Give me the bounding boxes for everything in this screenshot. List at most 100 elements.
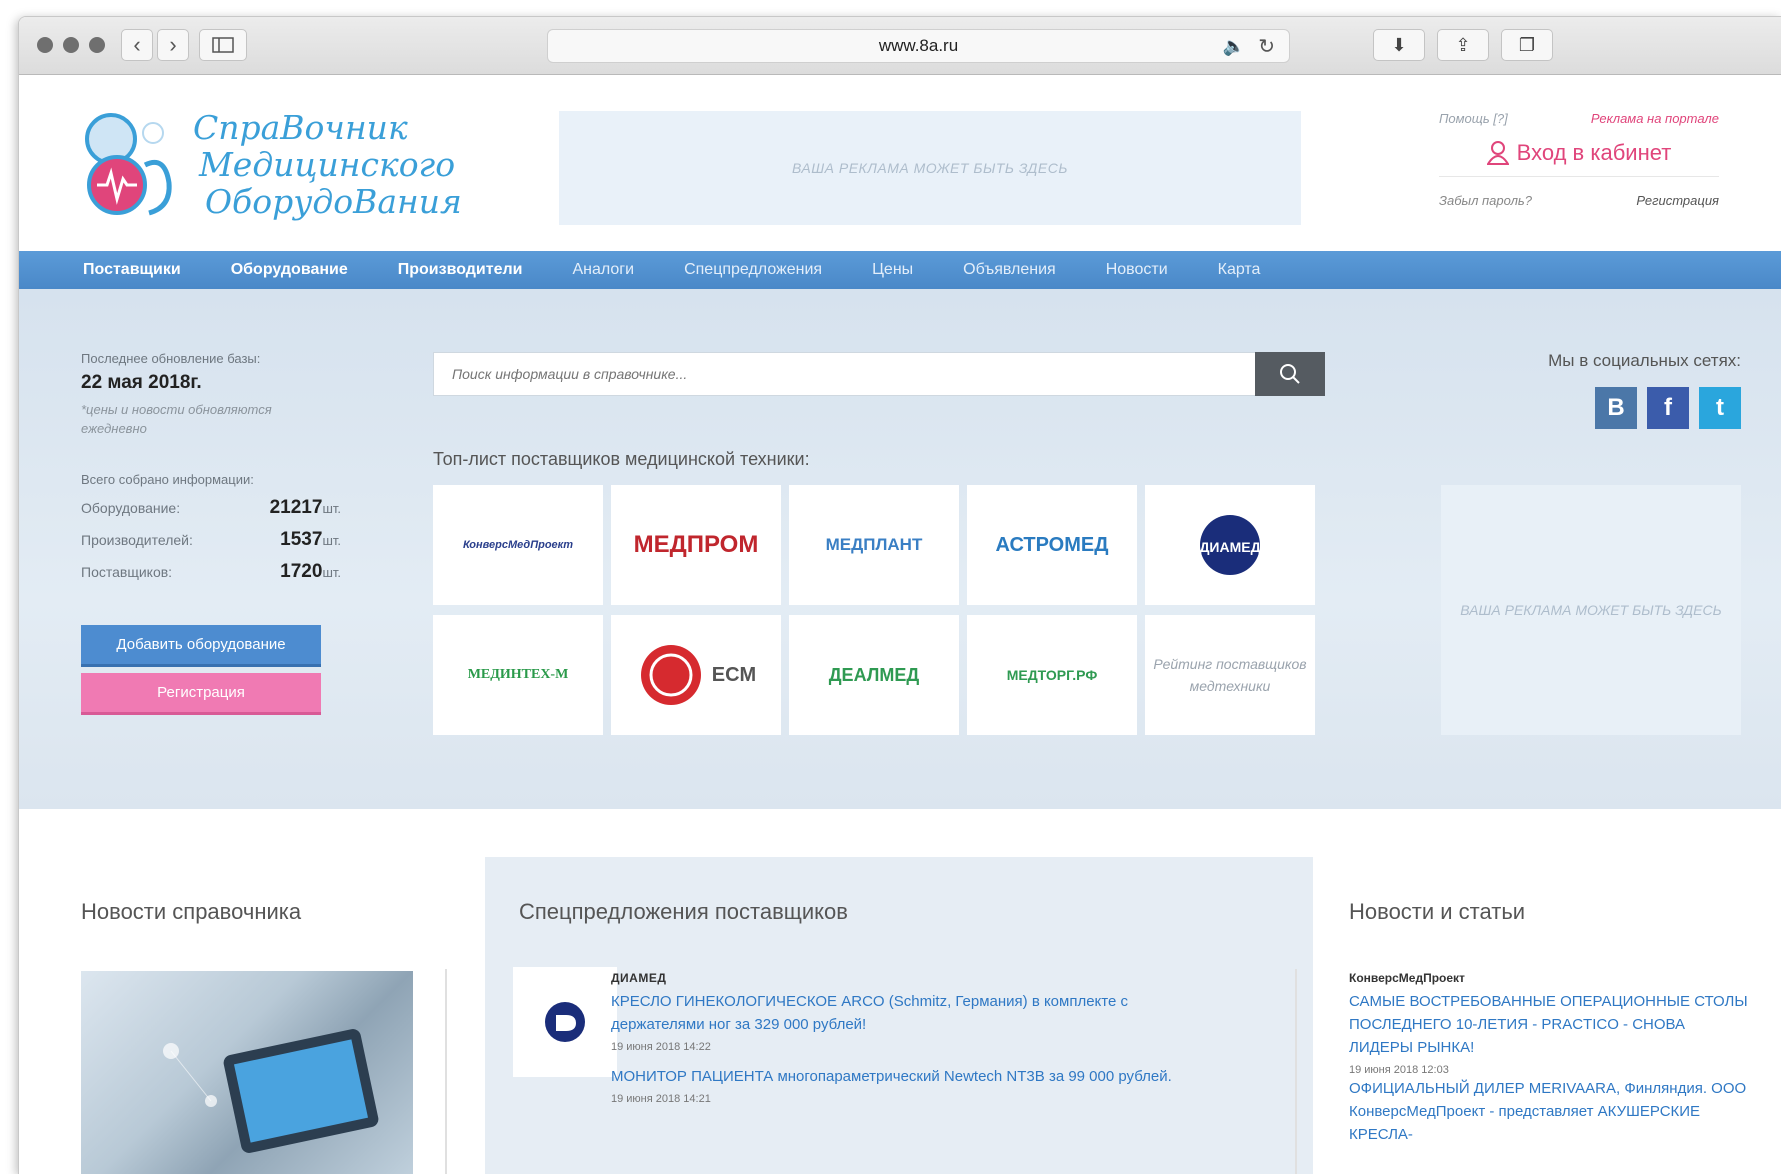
- offer-link[interactable]: МОНИТОР ПАЦИЕНТА многопараметрический Ne…: [611, 1065, 1201, 1088]
- article-item: КонверсМедПроект САМЫЕ ВОСТРЕБОВАННЫЕ ОП…: [1349, 967, 1749, 1082]
- stat-label: Оборудование:: [81, 500, 181, 516]
- vk-icon[interactable]: B: [1595, 387, 1637, 429]
- supplier-logo[interactable]: МЕДИНТЕХ-М: [433, 615, 603, 735]
- registration-button[interactable]: Регистрация: [81, 673, 321, 715]
- supplier-name: АСТРОМЕД: [995, 533, 1109, 556]
- nav-prices[interactable]: Цены: [872, 261, 913, 279]
- column-divider: [1295, 969, 1297, 1174]
- social-block: Мы в социальных сетях: B f t: [1481, 351, 1741, 429]
- content-section: Новости справочника Спецпредложения пост…: [19, 809, 1781, 1174]
- minimize-window-button[interactable]: [63, 37, 79, 53]
- news-image[interactable]: [81, 971, 413, 1174]
- search-button[interactable]: [1255, 352, 1325, 396]
- stat-unit: шт.: [322, 501, 341, 516]
- column-divider: [445, 969, 447, 1174]
- supplier-logo[interactable]: ECM: [611, 615, 781, 735]
- offer-company: ДИАМЕД: [611, 971, 667, 985]
- site-logo[interactable]: СпраВочник Медицинского ОборудоВания: [81, 109, 462, 229]
- downloads-button[interactable]: ⬇: [1373, 29, 1425, 61]
- supplier-logo[interactable]: МЕДПЛАНТ: [789, 485, 959, 605]
- stat-value: 21217: [269, 497, 323, 518]
- supplier-logo[interactable]: ДИАМЕД: [1145, 485, 1315, 605]
- supplier-name: ECM: [711, 663, 757, 686]
- reload-icon[interactable]: ↻: [1258, 34, 1275, 59]
- nav-analogs[interactable]: Аналоги: [572, 261, 634, 279]
- update-note: *цены и новости обновляются ежедневно: [81, 402, 272, 436]
- site-header: СпраВочник Медицинского ОборудоВания ВАШ…: [19, 75, 1781, 251]
- article-link[interactable]: ОФИЦИАЛЬНЫЙ ДИЛЕР MERIVAARA, Финляндия. …: [1349, 1077, 1749, 1146]
- logo-icon: [85, 113, 172, 216]
- offer-company-logo[interactable]: [513, 967, 617, 1077]
- offer-time: 19 июня 2018 14:21: [611, 1093, 711, 1105]
- supplier-logo[interactable]: КонверсМедПроект: [433, 485, 603, 605]
- tablet-image-icon: [163, 1029, 379, 1153]
- sidebar-icon: [212, 37, 234, 53]
- supplier-logo[interactable]: МЕДТОРГ.РФ: [967, 615, 1137, 735]
- update-label: Последнее обновление базы:: [81, 351, 261, 366]
- article-link[interactable]: САМЫЕ ВОСТРЕБОВАННЫЕ ОПЕРАЦИОННЫЕ СТОЛЫ …: [1349, 990, 1749, 1059]
- stat-unit: шт.: [322, 565, 341, 580]
- total-label: Всего собрано информации:: [81, 472, 254, 487]
- nav-manufacturers[interactable]: Производители: [398, 261, 523, 279]
- login-label: Вход в кабинет: [1516, 140, 1672, 165]
- logo-text: СпраВочник Медицинского ОборудоВания: [193, 109, 462, 220]
- close-window-button[interactable]: [37, 37, 53, 53]
- supplier-name: МЕДТОРГ.РФ: [1006, 667, 1098, 683]
- twitter-icon[interactable]: t: [1699, 387, 1741, 429]
- add-equipment-button[interactable]: Добавить оборудование: [81, 625, 321, 667]
- supplier-name: МЕДПРОМ: [633, 531, 759, 558]
- register-link[interactable]: Регистрация: [1636, 193, 1719, 208]
- advertise-link[interactable]: Реклама на портале: [1591, 111, 1719, 126]
- tabs-button[interactable]: ❐: [1501, 29, 1553, 61]
- database-info: Последнее обновление базы: 22 мая 2018г.…: [81, 351, 341, 715]
- stat-value: 1720: [280, 561, 323, 582]
- nav-equipment[interactable]: Оборудование: [231, 261, 348, 279]
- search-icon: [1280, 364, 1300, 384]
- forward-button[interactable]: ›: [157, 29, 189, 61]
- nav-suppliers[interactable]: Поставщики: [83, 261, 181, 279]
- update-date: 22 мая 2018г.: [81, 372, 202, 393]
- tabs-icon: ❐: [1518, 34, 1536, 55]
- article-item: ОФИЦИАЛЬНЫЙ ДИЛЕР MERIVAARA, Финляндия. …: [1349, 1077, 1749, 1146]
- supplier-name: ДЕАЛМЕД: [828, 664, 920, 685]
- nav-map[interactable]: Карта: [1218, 261, 1261, 279]
- chevron-right-icon: ›: [169, 32, 177, 57]
- forgot-password-link[interactable]: Забыл пароль?: [1439, 193, 1532, 208]
- supplier-logo[interactable]: ДЕАЛМЕД: [789, 615, 959, 735]
- supplier-logo[interactable]: АСТРОМЕД: [967, 485, 1137, 605]
- download-icon: ⬇: [1391, 34, 1407, 55]
- speaker-icon[interactable]: 🔈: [1223, 36, 1245, 57]
- nav-special-offers[interactable]: Спецпредложения: [684, 261, 822, 279]
- nav-news[interactable]: Новости: [1106, 261, 1168, 279]
- login-button[interactable]: Вход в кабинет: [1439, 140, 1719, 177]
- sidebar-toggle-button[interactable]: [199, 29, 247, 61]
- article-company: КонверсМедПроект: [1349, 971, 1465, 985]
- chevron-left-icon: ‹: [133, 32, 141, 57]
- articles-title: Новости и статьи: [1349, 899, 1526, 924]
- share-button[interactable]: ⇪: [1437, 29, 1489, 61]
- browser-toolbar: ‹ › www.8a.ru 🔈 ↻ ⬇ ⇪ ❐: [19, 17, 1781, 75]
- maximize-window-button[interactable]: [89, 37, 105, 53]
- share-icon: ⇪: [1455, 34, 1471, 55]
- logo-line-1: СпраВочник: [193, 108, 408, 147]
- address-bar[interactable]: www.8a.ru 🔈 ↻: [547, 29, 1290, 63]
- back-button[interactable]: ‹: [121, 29, 153, 61]
- supplier-rating-link[interactable]: Рейтинг поставщиков медтехники: [1145, 615, 1315, 735]
- sidebar-ad-banner[interactable]: ВАША РЕКЛАМА МОЖЕТ БЫТЬ ЗДЕСЬ: [1441, 485, 1741, 735]
- offer-time: 19 июня 2018 14:22: [611, 1041, 711, 1053]
- social-title: Мы в социальных сетях:: [1548, 351, 1741, 370]
- search-input[interactable]: [433, 352, 1255, 396]
- news-title: Новости справочника: [81, 899, 302, 924]
- logo-line-2: Медицинского: [199, 145, 456, 184]
- help-link[interactable]: Помощь [?]: [1439, 111, 1508, 126]
- user-panel: Помощь [?] Реклама на портале Вход в каб…: [1439, 111, 1719, 208]
- facebook-icon[interactable]: f: [1647, 387, 1689, 429]
- supplier-logo[interactable]: МЕДПРОМ: [611, 485, 781, 605]
- browser-window: ‹ › www.8a.ru 🔈 ↻ ⬇ ⇪ ❐ СпраВочник Медиц…: [18, 16, 1781, 1174]
- header-ad-banner[interactable]: ВАША РЕКЛАМА МОЖЕТ БЫТЬ ЗДЕСЬ: [559, 111, 1301, 225]
- main-nav: Поставщики Оборудование Производители Ан…: [19, 251, 1781, 289]
- diamed-logo-icon: ДИАМЕД: [1199, 515, 1261, 575]
- offer-link[interactable]: КРЕСЛО ГИНЕКОЛОГИЧЕСКОЕ ARCO (Schmitz, Г…: [611, 990, 1201, 1036]
- nav-ads[interactable]: Объявления: [963, 261, 1056, 279]
- window-controls: [37, 37, 105, 53]
